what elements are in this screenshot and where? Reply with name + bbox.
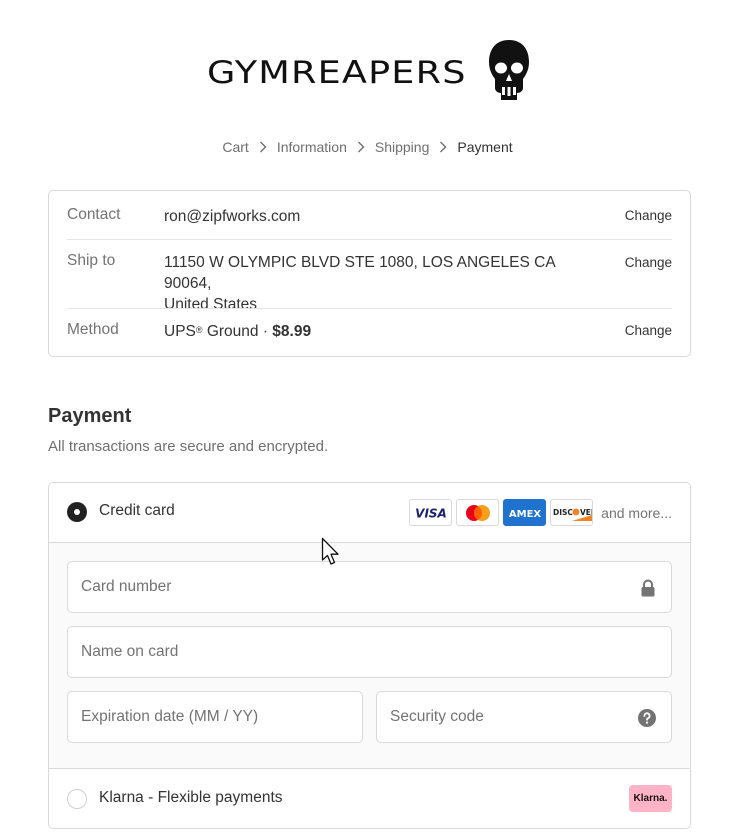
- contact-value: ron@zipfworks.com: [164, 208, 301, 225]
- discover-icon: DISCVER: [550, 499, 594, 526]
- chevron-right-icon: [253, 141, 273, 153]
- ship-to-country: United States: [164, 296, 258, 313]
- svg-text:VISA: VISA: [415, 506, 447, 520]
- expiration-date-input[interactable]: [68, 692, 362, 742]
- security-code-input[interactable]: [377, 692, 671, 742]
- more-cards-text: and more...: [601, 504, 672, 521]
- skull-logo-icon: [489, 40, 529, 100]
- store-logo[interactable]: GYMREAPERS: [207, 38, 535, 108]
- klarna-label: Klarna - Flexible payments: [99, 789, 283, 806]
- chevron-right-icon: [433, 141, 453, 153]
- review-row-contact: Contact ron@zipfworks.com Change: [67, 206, 672, 228]
- klarna-radio[interactable]: [67, 789, 87, 809]
- breadcrumb-payment: Payment: [457, 139, 513, 155]
- payment-subtitle: All transactions are secure and encrypte…: [48, 438, 329, 455]
- review-row-method: Method UPS® Ground · $8.99 Change: [67, 321, 672, 343]
- ship-to-address-line: 11150 W OLYMPIC BLVD STE 1080, LOS ANGEL…: [164, 254, 555, 292]
- credit-card-form: [49, 543, 690, 769]
- payment-methods-box: Credit card VISA AMEX DISCVER and more..…: [48, 482, 691, 829]
- mastercard-icon: [456, 499, 500, 526]
- method-carrier: UPS: [164, 323, 196, 340]
- accepted-cards: VISA AMEX DISCVER and more...: [409, 499, 672, 526]
- order-review-box: Contact ron@zipfworks.com Change Ship to…: [48, 190, 691, 357]
- security-code-field[interactable]: [376, 691, 672, 743]
- divider: [67, 308, 672, 309]
- lock-icon: [640, 579, 656, 602]
- ship-to-label: Ship to: [67, 252, 116, 269]
- method-value: UPS® Ground · $8.99: [164, 321, 604, 342]
- credit-card-label: Credit card: [99, 502, 175, 519]
- change-ship-to-link[interactable]: Change: [625, 255, 672, 270]
- breadcrumb-information[interactable]: Information: [277, 139, 347, 155]
- question-circle-icon[interactable]: [638, 709, 656, 732]
- name-on-card-input[interactable]: [68, 627, 671, 677]
- contact-label: Contact: [67, 206, 121, 223]
- divider: [67, 239, 672, 240]
- registered-mark: ®: [195, 325, 203, 335]
- change-contact-link[interactable]: Change: [625, 208, 672, 223]
- amex-icon: AMEX: [503, 499, 547, 526]
- ship-to-value: 11150 W OLYMPIC BLVD STE 1080, LOS ANGEL…: [164, 252, 604, 315]
- name-on-card-field[interactable]: [67, 626, 672, 678]
- klarna-option[interactable]: Klarna - Flexible payments Klarna.: [49, 769, 690, 828]
- card-number-field[interactable]: [67, 561, 672, 613]
- svg-text:DISC: DISC: [553, 508, 573, 517]
- method-service: Ground ·: [202, 323, 273, 340]
- svg-text:AMEX: AMEX: [509, 509, 542, 520]
- change-method-link[interactable]: Change: [625, 323, 672, 338]
- credit-card-option[interactable]: Credit card VISA AMEX DISCVER and more..…: [49, 483, 690, 543]
- method-price: $8.99: [272, 323, 312, 340]
- logo-wordmark: GYMREAPERS: [207, 55, 467, 91]
- klarna-logo-icon: Klarna.: [629, 785, 672, 812]
- card-number-input[interactable]: [68, 562, 671, 612]
- chevron-right-icon: [351, 141, 371, 153]
- review-row-ship-to: Ship to 11150 W OLYMPIC BLVD STE 1080, L…: [67, 252, 672, 313]
- method-label: Method: [67, 321, 119, 338]
- checkout-breadcrumb: Cart Information Shipping Payment: [0, 139, 735, 155]
- visa-icon: VISA: [409, 499, 453, 526]
- credit-card-radio[interactable]: [67, 502, 87, 522]
- breadcrumb-shipping[interactable]: Shipping: [375, 139, 430, 155]
- mouse-cursor-icon: [321, 537, 339, 565]
- payment-heading: Payment: [48, 405, 132, 427]
- breadcrumb-cart[interactable]: Cart: [222, 139, 248, 155]
- expiration-date-field[interactable]: [67, 691, 363, 743]
